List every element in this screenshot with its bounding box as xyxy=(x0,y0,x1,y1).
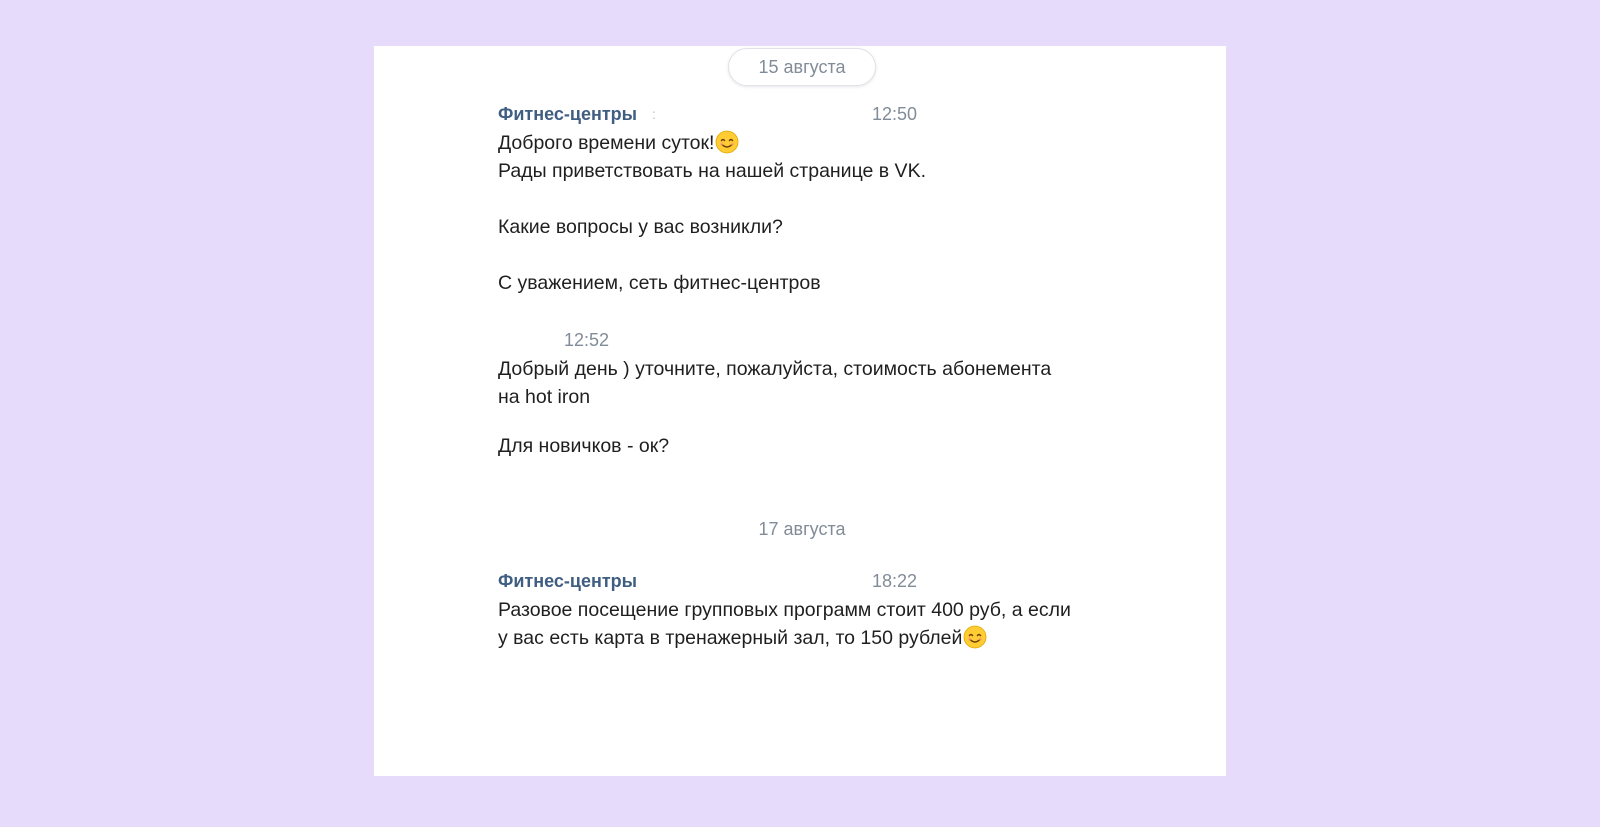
message-1: Фитнес-центры : 12:50 Доброго времени су… xyxy=(498,101,1138,297)
message-text: Добрый день ) уточните, пожалуйста, стои… xyxy=(498,355,1138,460)
smiling-face-emoji-icon xyxy=(964,625,987,649)
author-name[interactable]: Фитнес-центры xyxy=(498,101,637,127)
chat-panel: 15 августа Фитнес-центры : 12:50 Доброго… xyxy=(374,46,1226,776)
message-header: Фитнес-центры : 12:50 xyxy=(498,101,1138,127)
message-line: Рады приветствовать на нашей странице в … xyxy=(498,160,926,182)
date-separator: 17 августа xyxy=(758,519,846,539)
message-line: Добрый день ) уточните, пожалуйста, стои… xyxy=(498,358,1052,380)
message-line: Какие вопросы у вас возникли? xyxy=(498,216,783,238)
message-line-text: у вас есть карта в тренажерный зал, то 1… xyxy=(498,627,963,649)
message-line-text: Доброго времени суток! xyxy=(498,132,715,154)
author-suffix: : xyxy=(652,106,656,122)
message-time: 12:52 xyxy=(564,330,610,350)
author-name[interactable]: Фитнес-центры xyxy=(498,568,637,594)
message-line: Разовое посещение групповых программ сто… xyxy=(498,599,1071,621)
date-separator-pill: 15 августа xyxy=(728,48,876,86)
message-line: С уважением, сеть фитнес-центров xyxy=(498,272,821,294)
message-line: на hot iron xyxy=(498,386,591,408)
message-header: 12:52 xyxy=(498,327,1138,353)
message-time: 18:22 xyxy=(872,571,918,591)
message-text: Разовое посещение групповых программ сто… xyxy=(498,596,1138,652)
message-text: Доброго времени суток! Рады приветствова… xyxy=(498,129,1138,297)
smiling-face-emoji-icon xyxy=(716,130,739,154)
message-3: Фитнес-центры 18:22 Разовое посещение гр… xyxy=(498,568,1138,652)
message-time: 12:50 xyxy=(872,104,918,124)
message-line: Доброго времени суток! xyxy=(498,129,1138,157)
message-2: 12:52 Добрый день ) уточните, пожалуйста… xyxy=(498,327,1138,460)
message-line: у вас есть карта в тренажерный зал, то 1… xyxy=(498,624,1138,652)
message-line: Для новичков - ок? xyxy=(498,435,670,457)
message-header: Фитнес-центры 18:22 xyxy=(498,568,1138,594)
